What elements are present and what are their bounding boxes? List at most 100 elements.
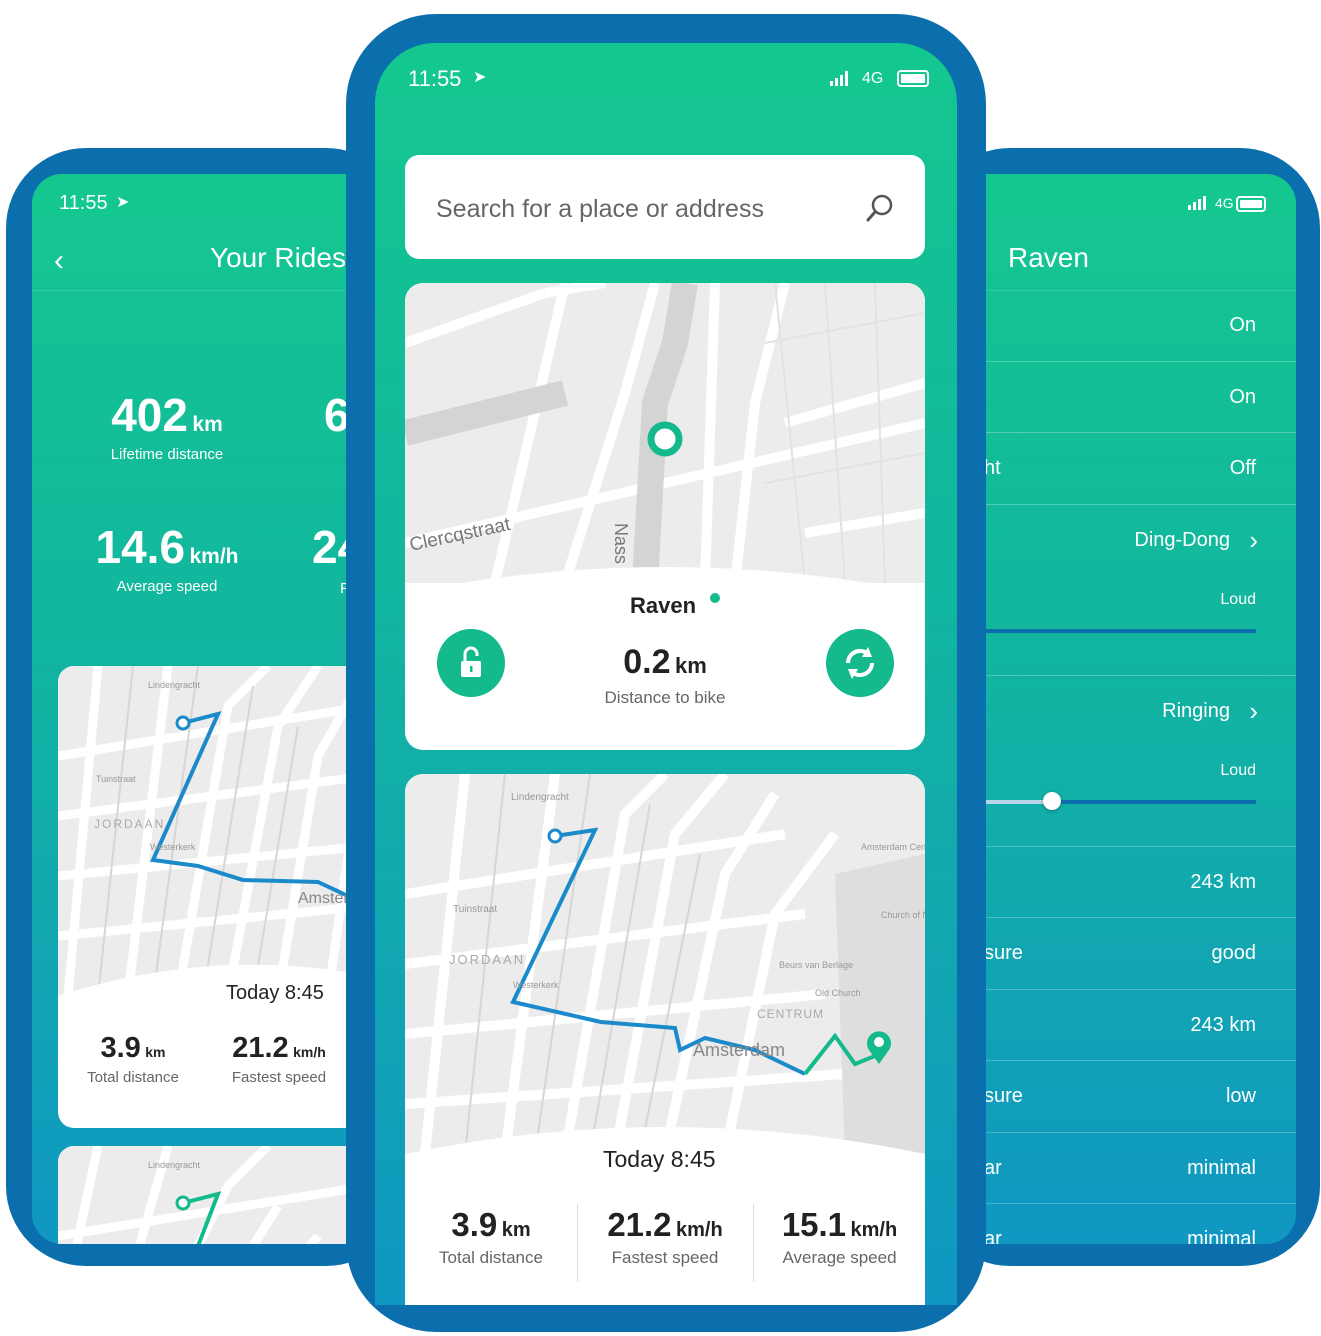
bike-map: Clercqstraat Nass	[405, 283, 925, 583]
chevron-right-icon: ›	[1249, 696, 1258, 726]
bike-location-marker[interactable]	[647, 421, 683, 457]
signal-icon	[830, 71, 854, 86]
alarm-sound-row[interactable]: Ringing › Loud	[960, 676, 1296, 847]
map-label: Amsterdam Centraal	[861, 842, 925, 852]
online-indicator	[710, 593, 720, 603]
settings-row[interactable]: ht Off	[960, 433, 1296, 505]
settings-row[interactable]: sure low	[960, 1061, 1296, 1133]
ride-title: Today 8:45	[603, 1146, 716, 1172]
stat-value: 3.9	[100, 1032, 141, 1064]
slider-knob[interactable]	[1042, 792, 1061, 810]
unlock-button[interactable]	[437, 629, 505, 697]
stat-label: Total distance	[87, 1069, 179, 1086]
ride-card[interactable]: Lindengracht Tuinstraat JORDAAN Westerke…	[405, 774, 925, 1305]
map-label: JORDAAN	[94, 817, 165, 831]
signal-icon	[1188, 196, 1210, 210]
map-label: CENTRUM	[757, 1007, 824, 1021]
stat-value: 21.2	[232, 1032, 289, 1064]
settings-row[interactable]: ar minimal	[960, 1133, 1296, 1204]
stat-label: Fastest speed	[231, 1069, 327, 1086]
row-value: low	[1225, 1085, 1256, 1107]
page-title: Your Rides	[210, 242, 346, 273]
fastest-speed-stat: 21.2 km/h Fastest speed	[216, 1032, 342, 1086]
map-streets: Clercqstraat Nass	[405, 283, 925, 583]
settings-row[interactable]: 243 km	[960, 847, 1296, 918]
settings-row[interactable]: 243 km	[960, 990, 1296, 1061]
stat-value: 3.9	[451, 1206, 498, 1243]
stat-unit: km/h	[293, 1044, 326, 1060]
map-streets: Lindengracht	[58, 1146, 362, 1244]
volume-slider[interactable]	[960, 792, 1256, 810]
map-label: Old Church	[815, 988, 861, 998]
unlock-icon	[461, 646, 481, 677]
map-label: JORDAAN	[449, 952, 525, 967]
row-value: Off	[1229, 457, 1256, 479]
ride-card[interactable]: Lindengracht	[58, 1146, 362, 1244]
network-label: 4G	[862, 70, 884, 87]
map-label: Westerkerk	[513, 980, 559, 990]
map-label: Church of Nicholas	[881, 910, 925, 920]
location-arrow-icon: ➤	[473, 69, 487, 86]
map-label: Westerkerk	[150, 842, 196, 852]
settings-row[interactable]: ar minimal	[960, 1204, 1296, 1244]
page-title: Raven	[1008, 242, 1089, 273]
stat-label: Distance to bike	[604, 688, 726, 707]
search-input[interactable]: Search for a place or address	[436, 195, 764, 224]
stat-unit: km	[501, 1219, 531, 1241]
center-screen: 11:55 ➤ 4G Search for a place or address	[375, 43, 957, 1305]
search-icon[interactable]	[865, 193, 895, 223]
bell-sound-row[interactable]: Ding-Dong › Loud	[960, 505, 1296, 676]
map-label: Tuinstraat	[96, 774, 136, 784]
row-value: On	[1229, 314, 1256, 336]
location-arrow-icon: ➤	[116, 194, 130, 211]
map-label: Lindengracht	[511, 792, 569, 803]
search-bar[interactable]: Search for a place or address	[405, 155, 925, 259]
stat-unit: km	[674, 653, 707, 678]
row-value: Ding-Dong	[1134, 529, 1230, 551]
stat-label: Lifetime distance	[110, 446, 224, 463]
row-value: minimal	[1187, 1228, 1256, 1244]
bike-name: Raven	[630, 593, 697, 618]
row-label: ar	[984, 1228, 1002, 1244]
ride-card[interactable]: Lindengracht Tuinstraat JORDAAN Westerke…	[58, 666, 362, 1128]
map-streets: Lindengracht Tuinstraat JORDAAN Westerke…	[405, 774, 925, 1154]
stat-unit: km/h	[850, 1219, 898, 1241]
row-value: 243 km	[1190, 871, 1256, 893]
refresh-button[interactable]	[826, 629, 894, 697]
map-label: Amsterdam	[693, 1040, 785, 1060]
settings-row[interactable]: On	[960, 290, 1296, 362]
header-divider	[32, 290, 362, 291]
left-screen: 11:55 ➤ ‹ Your Rides 402 km Lifetime dis…	[32, 174, 362, 1244]
ride-map: Lindengracht	[58, 1146, 362, 1244]
stat-unit: km/h	[676, 1219, 723, 1241]
chevron-right-icon: ›	[1249, 525, 1258, 555]
distance-to-bike-stat: 0.2 km Distance to bike	[565, 643, 765, 708]
map-label: Beurs van Berlage	[779, 960, 853, 970]
settings-row[interactable]: On	[960, 362, 1296, 433]
right-screen: 4G Raven On On ht Off Ding-Dong › Loud R…	[960, 174, 1296, 1244]
row-value: minimal	[1187, 1157, 1256, 1179]
stat-value: 0.2	[623, 643, 671, 681]
row-label: ht	[984, 457, 1001, 479]
lifetime-distance-stat: 402 km Lifetime distance	[32, 388, 302, 463]
stat-label: Total distance	[439, 1248, 543, 1267]
volume-slider-fill	[960, 629, 1256, 633]
bike-card[interactable]: Clercqstraat Nass Raven 0.2 km Distance …	[405, 283, 925, 750]
battery-icon	[1236, 196, 1266, 212]
back-button[interactable]: ‹	[54, 244, 64, 278]
stat-value: 21.2	[607, 1206, 672, 1243]
map-label: Lindengracht	[148, 1160, 201, 1170]
average-speed-stat: 14.6 km/h Average speed	[32, 520, 302, 595]
stat-value: 402	[111, 389, 188, 441]
battery-icon	[897, 70, 929, 87]
stat-unit: km	[145, 1044, 166, 1060]
row-value: Ringing	[1162, 700, 1230, 722]
row-value: On	[1229, 386, 1256, 408]
settings-row[interactable]: sure good	[960, 918, 1296, 990]
map-label: Tuinstraat	[453, 904, 497, 915]
stat-value: 14.6	[95, 521, 186, 573]
row-value: 243 km	[1190, 1014, 1256, 1036]
ride-map: Lindengracht Tuinstraat JORDAAN Westerke…	[405, 774, 925, 1154]
volume-slider[interactable]	[960, 629, 1256, 633]
average-speed-stat: 15.1 km/h Average speed	[754, 1206, 925, 1268]
